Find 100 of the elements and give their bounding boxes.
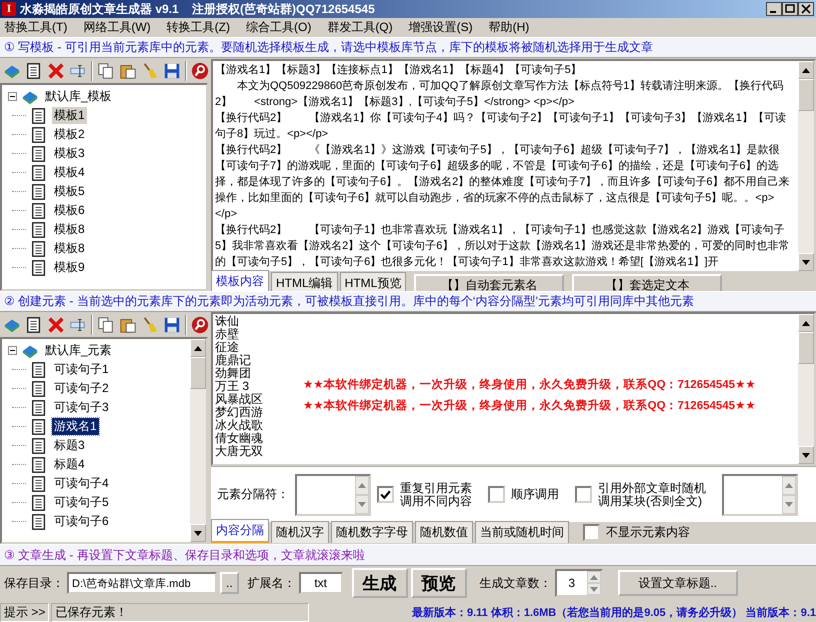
document-icon (30, 398, 48, 416)
tree-item[interactable]: 标题3 (52, 437, 87, 454)
tree-item[interactable]: 可读句子5 (52, 494, 111, 511)
menu-item[interactable]: 网络工具(W) (83, 19, 151, 36)
scrollbar[interactable] (190, 339, 206, 542)
scroll-up-icon[interactable] (802, 68, 810, 72)
save-directory-field[interactable]: D:\芭奇站群\文章库.mdb (67, 572, 217, 594)
broom-icon[interactable] (141, 316, 159, 334)
menu-item[interactable]: 替换工具(T) (4, 19, 68, 36)
document-icon (30, 512, 48, 530)
tree-root-item[interactable]: 默认库_模板 (43, 88, 114, 105)
template-editor[interactable] (211, 59, 816, 273)
browse-button[interactable]: .. (220, 572, 239, 594)
tree-item[interactable]: 标题4 (52, 456, 87, 473)
scroll-down-icon[interactable] (194, 530, 202, 536)
spin-down-icon[interactable] (785, 502, 793, 506)
spin-down-icon[interactable] (590, 586, 598, 592)
tree-item[interactable]: 模板3 (52, 145, 87, 162)
tree-item[interactable]: 可读句子3 (52, 399, 111, 416)
tab[interactable]: 内容分隔 (211, 519, 269, 543)
tree-item[interactable]: 模板4 (52, 164, 87, 181)
document-icon[interactable] (25, 316, 43, 334)
menu-item[interactable]: 帮助(H) (488, 19, 530, 36)
spin-up-icon[interactable] (590, 574, 598, 580)
scrollbar[interactable] (798, 314, 814, 464)
tree-item[interactable]: 可读句子1 (52, 361, 111, 378)
scroll-down-icon[interactable] (802, 452, 810, 458)
tree-item[interactable]: 可读句子2 (52, 380, 111, 397)
collapse-icon[interactable] (8, 346, 17, 355)
checkbox[interactable] (377, 486, 394, 503)
scroll-down-icon[interactable] (802, 260, 810, 264)
tree-item[interactable]: 模板5 (52, 183, 87, 200)
tree-item[interactable]: 可读句子6 (52, 513, 111, 530)
tab[interactable]: 随机汉字 (271, 521, 329, 543)
document-icon (30, 126, 48, 144)
scroll-thumb[interactable] (798, 79, 814, 111)
spin-down-icon[interactable] (358, 502, 366, 506)
preview-button[interactable]: 预览 (410, 568, 467, 598)
scroll-thumb[interactable] (190, 357, 206, 389)
scroll-thumb[interactable] (798, 332, 814, 364)
document-icon (30, 202, 48, 220)
collapse-icon[interactable] (8, 92, 17, 101)
field-label: 生成文章数： (480, 576, 552, 590)
content-line: 大唐无双 (215, 445, 263, 458)
scrollbar[interactable] (798, 61, 814, 271)
document-icon (30, 494, 48, 512)
search-icon[interactable] (191, 316, 209, 334)
tree-item[interactable]: 模板6 (52, 202, 87, 219)
tree-root-item[interactable]: 默认库_元素 (43, 342, 114, 359)
menu-item[interactable]: 转换工具(Z) (166, 19, 230, 36)
minimize-icon[interactable] (766, 2, 782, 16)
status-message: 已保存元素！ (51, 602, 310, 622)
tab[interactable]: 随机数值 (415, 521, 473, 543)
tab[interactable]: 当前或随机时间 (475, 521, 569, 543)
content-line: 倩女幽魂 (215, 432, 263, 445)
menu-item[interactable]: 增强设置(S) (408, 19, 473, 36)
close-icon[interactable] (798, 2, 814, 16)
template-paragraph: 【换行代码2】 《【游戏名1】》这游戏【可读句子5】，【可读句子6】超级【可读句子7】，【游戏名1】是款很【可读句子7】的游戏呢，里面的【可读句子6】超级多的呢，不管是【可读句子6】的描绘，还是【可读句子6】的选择，都是体现了许多的【可读句子6】。【游戏名2】的整体难度【可读句子7】，而且许多【可读句子6】都不用自己来操作，比如里面的【可读句子6】就可以自动跑步，省的玩家不停的点击鼠标了，这点很是【可读句子5】呢。。<p></p> (215, 142, 790, 222)
checkbox-label: 调用不同内容 (400, 494, 472, 508)
field-label: 元素分隔符： (217, 488, 289, 501)
tree-item[interactable]: 模板2 (52, 126, 87, 143)
spin-up-icon[interactable] (358, 482, 366, 488)
template-paragraph: 【游戏名1】【标题3】【连接标点1】【游戏名1】【标题4】【可读句子5】 (215, 62, 583, 78)
number-field[interactable] (722, 474, 798, 516)
tab[interactable]: 随机数字字母 (331, 521, 413, 543)
copy-icon[interactable] (97, 316, 115, 334)
menu-item[interactable]: 群发工具(Q) (327, 19, 393, 36)
status-prompt: 提示 >> (0, 602, 50, 622)
copy-icon[interactable] (97, 62, 115, 80)
document-icon[interactable] (25, 62, 43, 80)
generate-button[interactable]: 生成 (352, 568, 408, 598)
tree-item[interactable]: 可读句子4 (52, 475, 111, 492)
element-content-editor[interactable]: 诛仙 赤壁 征途 鹿鼎记 劲舞团 万王 3 风暴战区 梦幻西游 冰火战歌 倩女幽魂 大唐无双 ★★本软件绑定机器，一次升级，终身使用，永久免费升级，联系QQ：712654545★★ ★★本软件绑定机器，一次升级，终身使用，永久免费升级，联系QQ：712654545★★ (211, 312, 816, 466)
checkbox[interactable] (583, 524, 600, 541)
checkbox[interactable] (488, 486, 505, 503)
spin-up-icon[interactable] (785, 482, 793, 488)
search-icon[interactable] (191, 62, 209, 80)
content-line: 万王 3 (215, 380, 250, 393)
notice-text: ★★本软件绑定机器，一次升级，终身使用，永久免费升级，联系QQ：712654545★★ (303, 377, 756, 393)
field-label: 保存目录： (4, 576, 64, 590)
scroll-up-icon[interactable] (802, 320, 810, 326)
content-line: 冰火战歌 (215, 419, 263, 432)
extension-field[interactable]: txt (298, 572, 343, 594)
count-field[interactable]: 3 (554, 569, 603, 597)
set-title-button[interactable]: 设置文章标题.. (618, 570, 738, 596)
tree-item[interactable]: 模板9 (52, 259, 87, 276)
tree-item[interactable]: 模板8 (52, 221, 87, 238)
document-icon (30, 380, 48, 398)
broom-icon[interactable] (141, 62, 159, 80)
scroll-up-icon[interactable] (194, 346, 202, 350)
tree-item[interactable]: 游戏名1 (52, 418, 99, 435)
template-paragraph: 本文为QQ509229860芭奇原创发布，可加QQ了解原创文章写作方法【标点符号1】转载请注明来源。【换行代码2】 <strong>【游戏名1】【标题3】,【可读句子5】</strong> <p></p> (215, 78, 784, 110)
field-label: 扩展名： (248, 576, 296, 590)
maximize-icon[interactable] (782, 2, 798, 16)
tree-item[interactable]: 模板8 (52, 240, 87, 257)
tree-item[interactable]: 模板1 (52, 107, 87, 124)
document-icon (30, 240, 48, 258)
menu-item[interactable]: 综合工具(O) (246, 19, 312, 36)
separator-field[interactable] (295, 474, 371, 516)
checkbox[interactable] (575, 486, 592, 503)
